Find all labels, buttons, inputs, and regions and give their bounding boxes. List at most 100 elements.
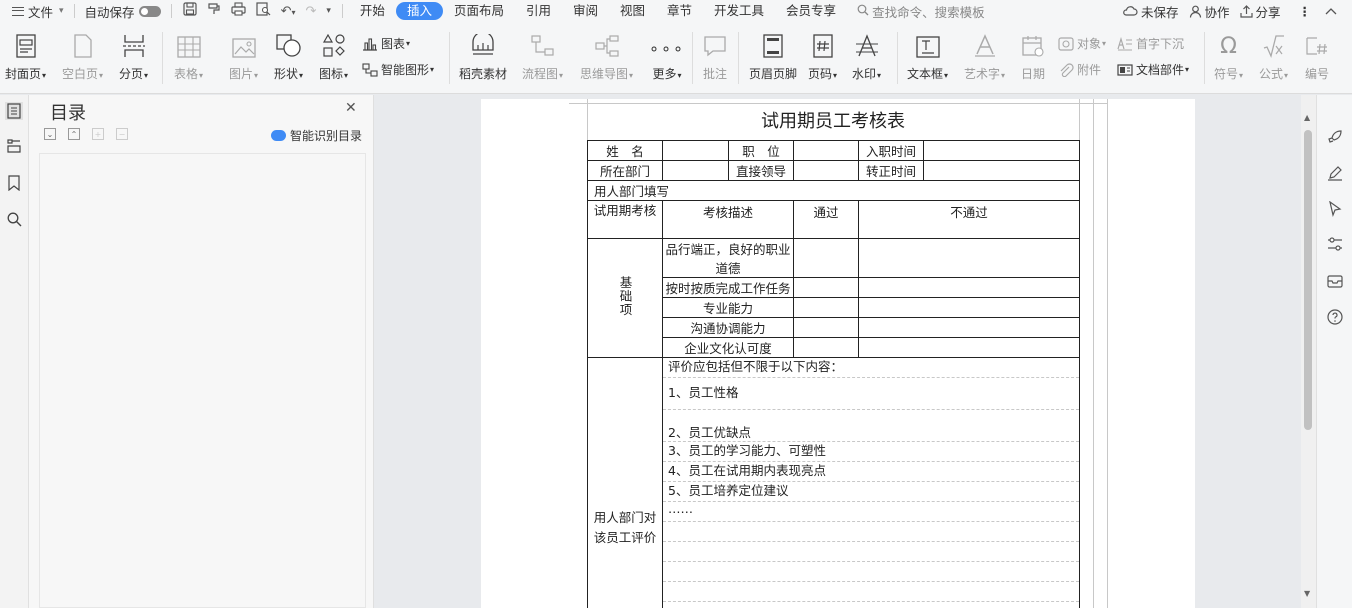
tab-review[interactable]: 审阅 (562, 2, 609, 20)
confirm-date-cell[interactable] (923, 160, 1080, 181)
picture-button[interactable]: 图片▾ (229, 32, 258, 82)
rocket-icon[interactable] (1326, 128, 1344, 146)
save-icon[interactable] (178, 2, 202, 20)
smart-toc-button[interactable]: 智能识别目录 (271, 127, 362, 144)
hire-date-cell[interactable] (923, 140, 1080, 161)
doc-parts-button[interactable]: 文档部件 ▾ (1117, 61, 1189, 78)
symbol-button[interactable]: Ω 符号▾ (1214, 32, 1243, 82)
more-menu-icon[interactable]: ⋮ (1295, 0, 1316, 22)
cover-page-button[interactable]: 封面页▾ (5, 32, 46, 82)
smartart-button[interactable]: 智能图形 ▾ (362, 61, 434, 78)
tab-page-layout[interactable]: 页面布局 (443, 2, 515, 20)
watermark-button[interactable]: 水印▾ (852, 32, 881, 82)
search-icon[interactable] (5, 210, 23, 228)
page-number-button[interactable]: 页码▾ (808, 32, 837, 82)
icon-button[interactable]: 图标▾ (319, 32, 348, 82)
format-painter-icon[interactable] (202, 2, 226, 20)
evaluation-cell[interactable]: 评价应包括但不限于以下内容： 1、员工性格 2、员工优缺点 3、员工的学习能力、… (662, 357, 1080, 608)
collab-button[interactable]: 协作 (1185, 0, 1234, 22)
autosave-toggle[interactable]: 自动保存 (81, 0, 165, 22)
collapse-ribbon-icon[interactable] (1321, 0, 1341, 22)
print-preview-icon[interactable] (251, 2, 276, 20)
position-cell[interactable] (793, 140, 859, 161)
pass-cell[interactable] (793, 337, 859, 358)
file-menu[interactable]: 文件 ▾ (8, 0, 68, 22)
add-heading-icon[interactable]: + (92, 128, 104, 140)
share-button[interactable]: 分享 (1236, 0, 1285, 22)
fail-cell[interactable] (858, 297, 1080, 318)
wordart-button[interactable]: 艺术字▾ (964, 32, 1005, 82)
evaluation-line: 1、员工性格 (663, 378, 1079, 410)
pen-icon[interactable] (1326, 164, 1344, 182)
unsaved-status[interactable]: 未保存 (1118, 0, 1183, 22)
mindmap-button[interactable]: 思维导图▾ (580, 32, 633, 82)
sliders-icon[interactable] (1326, 235, 1344, 253)
document-page[interactable]: 试用期员工考核表 姓 名 职 位 入职时间 所在部门 直接领导 转正时间 用人部… (481, 99, 1195, 608)
name-cell[interactable] (662, 140, 729, 161)
tab-developer[interactable]: 开发工具 (703, 2, 775, 20)
chart-button[interactable]: 图表 ▾ (362, 35, 410, 52)
tab-references[interactable]: 引用 (515, 2, 562, 20)
object-button[interactable]: 对象 ▾ (1058, 35, 1106, 52)
evaluation-label: 用人部门对该员工评价 (587, 357, 663, 608)
flowchart-button[interactable]: 流程图▾ (522, 32, 563, 82)
fail-cell[interactable] (858, 238, 1080, 278)
expand-all-icon[interactable]: ⌄ (44, 128, 56, 140)
textbox-button[interactable]: 文本框▾ (907, 32, 948, 82)
pass-cell[interactable] (793, 297, 859, 318)
undo-icon[interactable]: ↶▾ (276, 4, 301, 19)
scroll-down-icon[interactable]: ▼ (1304, 589, 1310, 598)
vertical-scrollbar[interactable]: ▲ ▼ (1301, 95, 1316, 608)
page-break-button[interactable]: 分页▾ (119, 32, 148, 82)
more-button[interactable]: ∘∘∘ 更多▾ (649, 32, 685, 82)
shape-button[interactable]: 形状▾ (274, 32, 303, 82)
collapse-all-icon[interactable]: ⌃ (68, 128, 80, 140)
fail-cell[interactable] (858, 277, 1080, 298)
shape-label: 形状 (274, 67, 299, 81)
print-icon[interactable] (226, 2, 251, 20)
cursor-icon[interactable] (1326, 200, 1344, 218)
desc-header: 考核描述 (662, 200, 794, 239)
blank-page-button[interactable]: 空白页▾ (62, 32, 103, 82)
redo-icon[interactable]: ↷ (300, 4, 321, 19)
toc-panel-icon[interactable] (5, 102, 23, 120)
pass-cell[interactable] (793, 238, 859, 278)
fail-cell[interactable] (858, 337, 1080, 358)
command-search-input[interactable]: 查找命令、搜索模板 (857, 2, 985, 21)
icon-library-icon (322, 34, 345, 57)
blank-page-label: 空白页 (62, 67, 99, 81)
tab-member[interactable]: 会员专享 (775, 2, 847, 20)
fail-cell[interactable] (858, 317, 1080, 338)
scroll-up-icon[interactable]: ▲ (1304, 113, 1310, 122)
supervisor-cell[interactable] (793, 160, 859, 181)
date-label: 日期 (1021, 67, 1046, 81)
tab-home[interactable]: 开始 (349, 2, 396, 20)
numbering-button[interactable]: 编号 (1305, 32, 1329, 82)
table-button[interactable]: 表格▾ (174, 32, 203, 82)
position-label: 职 位 (728, 140, 794, 161)
attachment-button[interactable]: 附件 (1058, 61, 1101, 78)
remove-heading-icon[interactable]: − (116, 128, 128, 140)
chapter-navigation-icon[interactable] (5, 137, 23, 155)
document-title[interactable]: 试用期员工考核表 (587, 107, 1079, 133)
watermark-label: 水印 (852, 67, 877, 81)
inbox-icon[interactable] (1326, 272, 1344, 290)
tab-view[interactable]: 视图 (609, 2, 656, 20)
help-icon[interactable] (1326, 308, 1344, 326)
formula-button[interactable]: 公式▾ (1259, 32, 1288, 82)
header-footer-button[interactable]: 页眉页脚 (749, 32, 797, 82)
tab-insert[interactable]: 插入 (395, 2, 443, 20)
material-button[interactable]: 稻壳素材 (459, 32, 507, 82)
scrollbar-thumb[interactable] (1304, 130, 1312, 430)
comment-button[interactable]: 批注 (703, 32, 727, 82)
tab-chapter[interactable]: 章节 (656, 2, 703, 20)
pass-cell[interactable] (793, 317, 859, 338)
date-button[interactable]: 日期 (1021, 32, 1045, 82)
chevron-down-icon[interactable]: ▾ (321, 6, 336, 16)
file-menu-label: 文件 (28, 4, 54, 20)
drop-cap-button[interactable]: 首字下沉 (1117, 35, 1184, 52)
close-icon[interactable]: ✕ (345, 100, 357, 116)
bookmark-icon[interactable] (5, 174, 23, 192)
pass-cell[interactable] (793, 277, 859, 298)
dept-cell[interactable] (662, 160, 729, 181)
